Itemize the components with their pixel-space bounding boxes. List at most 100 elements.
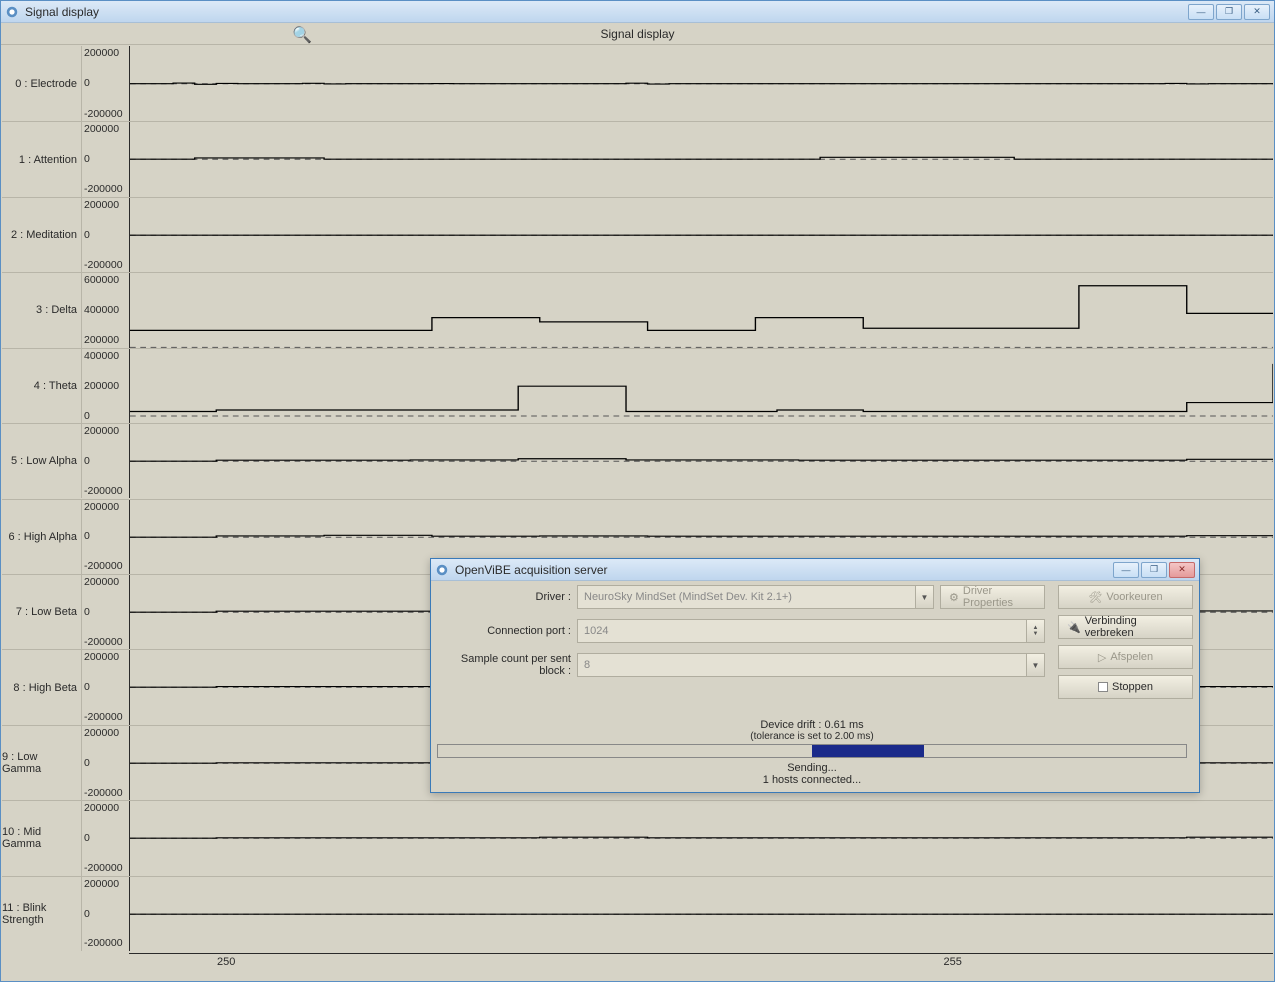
channel-row: 3 : Delta600000400000200000: [2, 272, 1273, 347]
channel-label: 8 : High Beta: [2, 650, 82, 724]
y-tick: 200000: [84, 200, 127, 211]
channel-graph[interactable]: [130, 801, 1273, 875]
y-tick: 0: [84, 758, 127, 769]
driver-label: Driver :: [437, 591, 577, 603]
zoom-icon[interactable]: 🔍: [292, 25, 312, 45]
play-icon: ▷: [1098, 651, 1106, 664]
window-title: Signal display: [25, 5, 1188, 19]
y-ticks: 2000000-200000: [82, 46, 130, 121]
channel-graph[interactable]: [130, 122, 1273, 196]
y-tick: -200000: [84, 637, 127, 648]
y-tick: -200000: [84, 109, 127, 120]
maximize-button[interactable]: ❐: [1216, 4, 1242, 20]
hosts-text: 1 hosts connected...: [437, 774, 1187, 786]
channel-graph[interactable]: [130, 877, 1273, 951]
channel-row: 2 : Meditation200000 0 -200000: [2, 197, 1273, 272]
driver-value: NeuroSky MindSet (MindSet Dev. Kit 2.1+): [584, 591, 792, 603]
play-button[interactable]: ▷ Afspelen: [1058, 645, 1193, 669]
y-tick: 200000: [84, 48, 127, 59]
toolbar: 🔍 Signal display: [1, 23, 1274, 45]
sending-text: Sending...: [437, 762, 1187, 774]
channel-label: 3 : Delta: [2, 273, 82, 347]
y-tick: 200000: [84, 879, 127, 890]
channel-label: 2 : Meditation: [2, 198, 82, 272]
channel-row: 11 : Blink Strength2000000-200000: [2, 876, 1273, 951]
drift-text: Device drift : 0.61 ms: [437, 719, 1187, 731]
dialog-titlebar[interactable]: OpenViBE acquisition server — ❐ ✕: [431, 559, 1199, 581]
close-button[interactable]: ✕: [1244, 4, 1270, 20]
y-tick: 600000: [84, 275, 127, 286]
channel-label: 1 : Attention: [2, 122, 82, 196]
y-ticks: 4000002000000: [82, 349, 130, 423]
y-ticks: 2000000-200000: [82, 801, 130, 875]
stop-button[interactable]: Stoppen: [1058, 675, 1193, 699]
app-icon: [435, 563, 449, 577]
chevron-down-icon: ▼: [1026, 654, 1044, 676]
y-tick: -200000: [84, 260, 127, 271]
channel-graph[interactable]: [130, 46, 1273, 121]
driver-properties-label: Driver Properties: [963, 585, 1036, 609]
channel-label: 6 : High Alpha: [2, 500, 82, 574]
y-tick: 200000: [84, 803, 127, 814]
y-ticks: 2000000-200000: [82, 650, 130, 724]
tools-icon: 🛠: [1088, 591, 1102, 604]
dialog-title: OpenViBE acquisition server: [455, 563, 1113, 577]
y-tick: 200000: [84, 728, 127, 739]
channel-row: 10 : Mid Gamma2000000-200000: [2, 800, 1273, 875]
gear-icon: ⚙: [949, 591, 959, 604]
y-ticks: 2000000-200000: [82, 877, 130, 951]
channel-graph[interactable]: [130, 273, 1273, 347]
channel-label: 7 : Low Beta: [2, 575, 82, 649]
y-tick: -200000: [84, 184, 127, 195]
chevron-down-icon: ▼: [915, 586, 933, 608]
channel-label: 11 : Blink Strength: [2, 877, 82, 951]
progress-fill: [812, 745, 924, 757]
y-tick: 400000: [84, 305, 127, 316]
block-combo[interactable]: 8 ▼: [577, 653, 1045, 677]
dialog-maximize-button[interactable]: ❐: [1141, 562, 1167, 578]
y-ticks: 2000000-200000: [82, 500, 130, 574]
y-tick: -200000: [84, 788, 127, 799]
progress-bar: [437, 744, 1187, 758]
y-tick: 200000: [84, 124, 127, 135]
channel-graph[interactable]: [130, 349, 1273, 423]
port-value: 1024: [584, 625, 608, 637]
y-tick: -200000: [84, 938, 127, 949]
main-titlebar[interactable]: Signal display — ❐ ✕: [1, 1, 1274, 23]
channel-label: 0 : Electrode: [2, 46, 82, 121]
y-tick: 0: [84, 682, 127, 693]
port-label: Connection port :: [437, 625, 577, 637]
port-spinner[interactable]: 1024 ▲▼: [577, 619, 1045, 643]
spin-arrows-icon: ▲▼: [1026, 620, 1044, 642]
disconnect-button[interactable]: 🔌 Verbinding verbreken: [1058, 615, 1193, 639]
channel-graph[interactable]: [130, 424, 1273, 498]
prefs-label: Voorkeuren: [1106, 591, 1162, 603]
channel-graph[interactable]: [130, 198, 1273, 272]
toolbar-caption: Signal display: [1, 27, 1274, 41]
minimize-button[interactable]: —: [1188, 4, 1214, 20]
stop-checkbox-icon: [1098, 682, 1108, 692]
y-ticks: 2000000-200000: [82, 424, 130, 498]
prefs-button[interactable]: 🛠 Voorkeuren: [1058, 585, 1193, 609]
channel-row: 0 : Electrode2000000-200000: [2, 46, 1273, 121]
disconnect-label: Verbinding verbreken: [1085, 615, 1184, 639]
play-label: Afspelen: [1110, 651, 1153, 663]
y-tick: 0: [84, 531, 127, 542]
y-tick: -200000: [84, 561, 127, 572]
channel-label: 10 : Mid Gamma: [2, 801, 82, 875]
y-tick: 0: [84, 230, 127, 241]
y-tick: 200000: [84, 652, 127, 663]
block-value: 8: [584, 659, 590, 671]
driver-properties-button[interactable]: ⚙ Driver Properties: [940, 585, 1045, 609]
disconnect-icon: 🔌: [1067, 621, 1081, 634]
dialog-close-button[interactable]: ✕: [1169, 562, 1195, 578]
y-ticks: 2000000-200000: [82, 575, 130, 649]
channel-label: 9 : Low Gamma: [2, 726, 82, 800]
y-tick: -200000: [84, 486, 127, 497]
x-axis: 250 255: [129, 953, 1273, 975]
dialog-minimize-button[interactable]: —: [1113, 562, 1139, 578]
driver-combo[interactable]: NeuroSky MindSet (MindSet Dev. Kit 2.1+)…: [577, 585, 934, 609]
y-ticks: 200000 0 -200000: [82, 726, 130, 800]
y-tick: 200000: [84, 381, 127, 392]
acquisition-dialog: OpenViBE acquisition server — ❐ ✕ Driver…: [430, 558, 1200, 793]
